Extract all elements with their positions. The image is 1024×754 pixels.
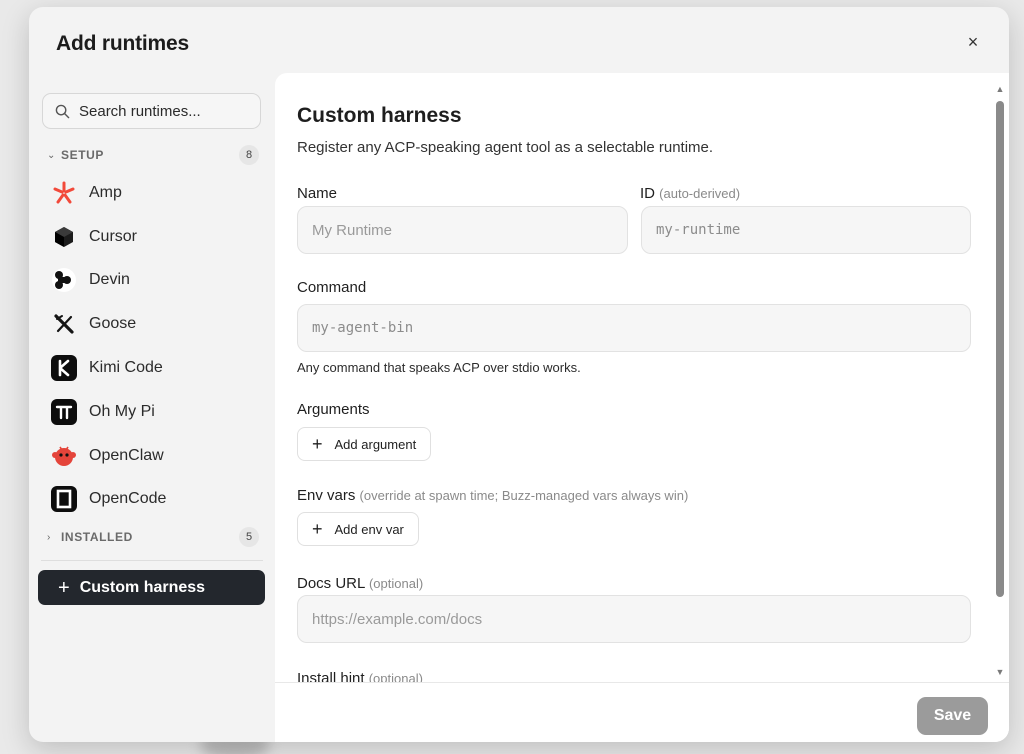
custom-harness-button[interactable]: + Custom harness bbox=[38, 570, 265, 605]
custom-harness-panel: Custom harness Register any ACP-speaking… bbox=[275, 73, 1009, 742]
runtime-item-goose[interactable]: Goose bbox=[51, 302, 261, 346]
add-argument-label: Add argument bbox=[334, 436, 417, 452]
cursor-icon bbox=[51, 224, 77, 250]
command-label-text: Command bbox=[297, 279, 367, 296]
section-setup[interactable]: ⌄ SETUP 8 bbox=[47, 145, 259, 165]
section-count-badge: 5 bbox=[239, 527, 259, 547]
plus-icon: + bbox=[312, 519, 323, 539]
id-label-text: ID bbox=[640, 185, 655, 202]
scroll-up-arrow-icon[interactable]: ▲ bbox=[994, 84, 1006, 94]
name-label-text: Name bbox=[297, 185, 338, 202]
id-placeholder: my-runtime bbox=[656, 222, 741, 238]
runtime-name: OpenCode bbox=[89, 490, 167, 508]
search-icon bbox=[55, 104, 70, 118]
runtime-name: Goose bbox=[89, 315, 137, 333]
runtime-item-cursor[interactable]: Cursor bbox=[51, 215, 261, 259]
form-content: Custom harness Register any ACP-speaking… bbox=[297, 73, 977, 683]
docs-url-label-text: Docs URL bbox=[297, 575, 365, 592]
panel-title: Custom harness bbox=[297, 104, 462, 127]
id-field[interactable]: my-runtime bbox=[641, 206, 971, 254]
search-box[interactable] bbox=[42, 93, 261, 129]
runtime-name: Amp bbox=[89, 183, 122, 201]
runtime-item-oh-my-pi[interactable]: Oh My Pi bbox=[51, 390, 261, 434]
runtime-name: Cursor bbox=[89, 227, 138, 245]
command-label: Command bbox=[297, 279, 366, 296]
runtime-item-kimi-code[interactable]: Kimi Code bbox=[51, 346, 261, 390]
ohmypi-icon bbox=[51, 398, 77, 425]
runtime-name: Devin bbox=[89, 271, 130, 289]
section-installed[interactable]: › INSTALLED 5 bbox=[47, 527, 259, 547]
runtime-list: Amp Cursor Devin Goose Kimi Code Oh My P… bbox=[51, 171, 261, 521]
section-label: SETUP bbox=[61, 148, 105, 162]
goose-icon bbox=[51, 311, 77, 337]
scroll-down-arrow-icon[interactable]: ▼ bbox=[994, 667, 1006, 677]
plus-icon: + bbox=[58, 576, 70, 599]
docs-url-field[interactable]: https://example.com/docs bbox=[297, 595, 971, 643]
id-hint: (auto-derived) bbox=[659, 186, 741, 201]
add-env-var-label: Add env var bbox=[334, 521, 404, 537]
scrollbar-thumb[interactable] bbox=[996, 101, 1004, 597]
chevron-down-icon: ⌄ bbox=[47, 149, 56, 161]
opencode-icon bbox=[51, 486, 77, 513]
custom-harness-label: Custom harness bbox=[79, 578, 206, 596]
name-field[interactable]: My Runtime bbox=[297, 206, 628, 254]
add-runtimes-modal: Add runtimes × ⌄ SETUP 8 bbox=[29, 7, 1009, 742]
command-help: Any command that speaks ACP over stdio w… bbox=[297, 360, 581, 375]
runtime-name: Oh My Pi bbox=[89, 402, 155, 420]
docs-url-placeholder: https://example.com/docs bbox=[312, 610, 483, 628]
runtime-item-devin[interactable]: Devin bbox=[51, 259, 261, 303]
command-field[interactable]: my-agent-bin bbox=[297, 304, 971, 352]
env-vars-hint: (override at spawn time; Buzz-managed va… bbox=[359, 488, 689, 503]
runtime-item-openclaw[interactable]: OpenClaw bbox=[51, 434, 261, 478]
devin-icon bbox=[51, 267, 77, 293]
env-vars-label-text: Env vars bbox=[297, 487, 356, 504]
env-vars-label: Env vars (override at spawn time; Buzz-m… bbox=[297, 487, 688, 504]
kimi-icon bbox=[51, 355, 77, 382]
docs-url-hint: (optional) bbox=[368, 576, 424, 591]
close-icon: × bbox=[967, 31, 979, 52]
close-button[interactable]: × bbox=[963, 32, 983, 52]
search-input[interactable] bbox=[79, 102, 249, 120]
scrollbar[interactable]: ▲ ▼ bbox=[991, 73, 1009, 682]
runtime-item-opencode[interactable]: OpenCode bbox=[51, 478, 261, 522]
panel-subtitle: Register any ACP-speaking agent tool as … bbox=[297, 139, 714, 156]
arguments-label: Arguments bbox=[297, 401, 370, 418]
add-argument-button[interactable]: + Add argument bbox=[297, 427, 432, 461]
add-env-var-button[interactable]: + Add env var bbox=[297, 512, 419, 546]
openclaw-icon bbox=[51, 443, 77, 469]
section-label: INSTALLED bbox=[61, 530, 133, 544]
runtime-sidebar: ⌄ SETUP 8 Amp bbox=[29, 79, 275, 742]
sidebar-divider bbox=[41, 560, 263, 561]
section-count-badge: 8 bbox=[239, 145, 259, 165]
runtime-name: OpenClaw bbox=[89, 446, 164, 464]
name-label: Name bbox=[297, 185, 337, 202]
modal-header: Add runtimes × bbox=[29, 7, 1009, 79]
docs-url-label: Docs URL (optional) bbox=[297, 575, 423, 592]
plus-icon: + bbox=[312, 434, 323, 454]
command-placeholder: my-agent-bin bbox=[312, 320, 414, 336]
modal-title: Add runtimes bbox=[56, 32, 189, 55]
name-placeholder: My Runtime bbox=[312, 221, 393, 239]
runtime-name: Kimi Code bbox=[89, 359, 163, 377]
amp-icon bbox=[51, 180, 77, 206]
chevron-right-icon: › bbox=[47, 531, 51, 543]
modal-footer: Save bbox=[275, 682, 1009, 742]
runtime-item-amp[interactable]: Amp bbox=[51, 171, 261, 215]
arguments-label-text: Arguments bbox=[297, 401, 370, 418]
save-button[interactable]: Save bbox=[917, 697, 988, 735]
id-label: ID (auto-derived) bbox=[640, 185, 740, 202]
